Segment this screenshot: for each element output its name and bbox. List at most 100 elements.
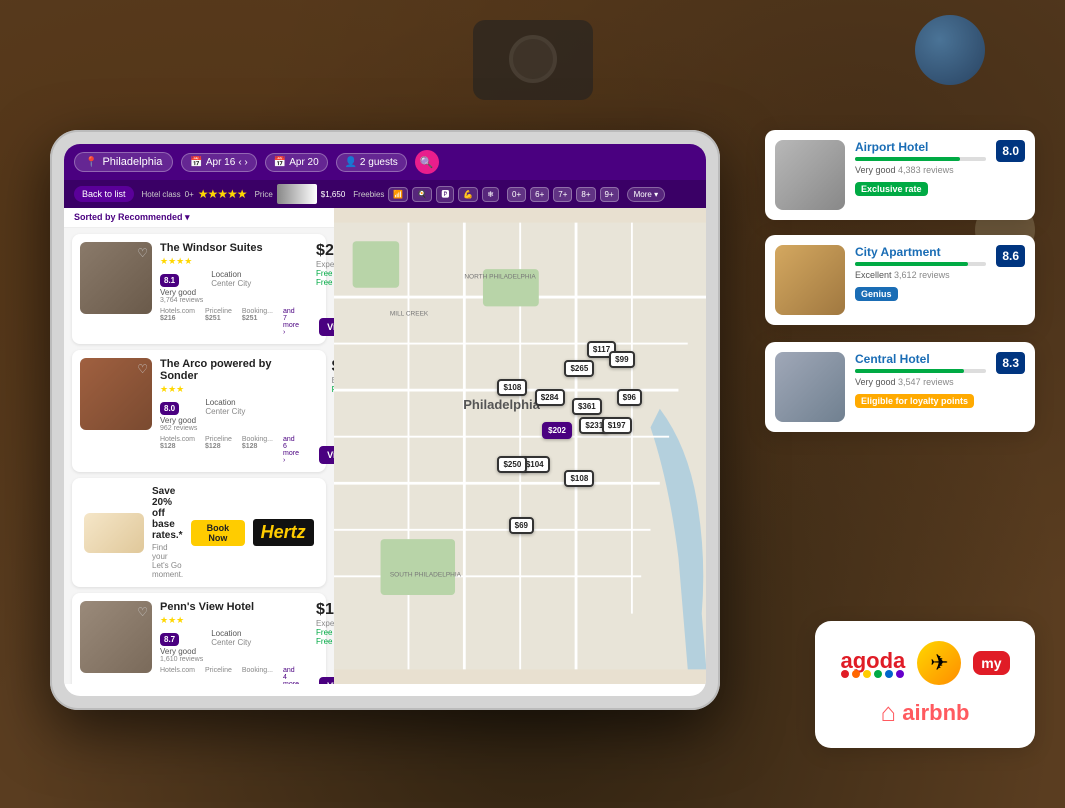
- more-sites-3[interactable]: and 4 more ›: [283, 667, 299, 684]
- hertz-ad-text: Save 20% off base rates.* Find your Let'…: [152, 486, 183, 579]
- svg-text:Philadelphia: Philadelphia: [463, 397, 540, 412]
- hotel-prices-3: Hotels.com Priceline Booking... and 4 mo…: [160, 667, 299, 684]
- hotel-right-1: $216 Expedia Free internet Free cancella…: [307, 242, 334, 336]
- hotel-meta-3: 8.7 Very good 1,610 reviews Location Cen…: [160, 629, 299, 663]
- map-pin-11[interactable]: $108: [564, 470, 594, 487]
- hotel-score-block-2: 8.0 Very good 962 reviews: [160, 398, 197, 432]
- map-pin-9[interactable]: $197: [602, 417, 632, 434]
- map-pin-2[interactable]: $108: [497, 379, 527, 396]
- price-bar: [277, 184, 317, 204]
- site-3-2: Priceline: [205, 667, 232, 684]
- city-hotel-thumb: [775, 245, 845, 315]
- airport-score: 8.0: [996, 140, 1025, 162]
- hertz-main-text: Save 20% off base rates.*: [152, 486, 183, 541]
- hertz-ad-image: [84, 513, 144, 553]
- date-arrow: ‹ ›: [238, 157, 247, 168]
- hotel-main-price-1: $216: [316, 242, 334, 260]
- more-sites-1[interactable]: and 7 more ›: [283, 308, 299, 336]
- hotel-score-label-2: Very good: [160, 416, 197, 425]
- hotel-stars-2: ★★★: [160, 384, 299, 395]
- hotel-name-3: Penn's View Hotel: [160, 601, 299, 613]
- wishlist-icon-2[interactable]: ♡: [137, 362, 148, 376]
- central-hotel-name[interactable]: Central Hotel: [855, 352, 986, 366]
- score-8-btn[interactable]: 8+: [576, 187, 595, 202]
- guests-input[interactable]: 👤 2 guests: [336, 153, 407, 172]
- map-pin-12[interactable]: $250: [497, 456, 527, 473]
- wifi-filter-btn[interactable]: 📶: [388, 187, 408, 202]
- agoda-dots: [841, 670, 904, 678]
- dot-red: [841, 670, 849, 678]
- view-deal-btn-3[interactable]: View Deal: [319, 677, 334, 684]
- dot-yellow: [863, 670, 871, 678]
- map-pin-7[interactable]: $99: [609, 351, 634, 368]
- airport-hotel-info: Airport Hotel Very good 4,383 reviews Ex…: [855, 140, 986, 197]
- location-value: Philadelphia: [102, 156, 162, 168]
- hertz-logo: Hertz: [253, 519, 314, 546]
- central-hotel-bar-fill: [855, 369, 964, 373]
- map-pin-5[interactable]: $361: [572, 398, 602, 415]
- checkin-input[interactable]: 📅 Apr 16 ‹ ›: [181, 153, 256, 172]
- my-brand: my: [973, 651, 1009, 675]
- checkout-calendar-icon: 📅: [274, 157, 286, 168]
- freebies-filter: Freebies 📶 🍳 🅿 💪 ❄: [353, 186, 499, 203]
- airport-hotel-bar-fill: [855, 157, 960, 161]
- hotel-class-filter: Hotel class 0+ ★★★★★: [142, 187, 247, 201]
- site-2-3: Booking... $128: [242, 436, 273, 464]
- score-7-btn[interactable]: 7+: [553, 187, 572, 202]
- ac-filter-btn[interactable]: ❄: [482, 187, 499, 202]
- map-pin-13[interactable]: $69: [509, 517, 534, 534]
- more-filters-button[interactable]: More ▾: [627, 187, 665, 202]
- hotel-score-block-3: 8.7 Very good 1,610 reviews: [160, 629, 203, 663]
- score-0-btn[interactable]: 0+: [507, 187, 526, 202]
- hotel-review-count-1: 3,764 reviews: [160, 297, 203, 304]
- checkin-value: Apr 16: [206, 157, 235, 168]
- svg-text:SOUTH PHILADELPHIA: SOUTH PHILADELPHIA: [389, 571, 461, 578]
- review-score-filter: 0+ 6+ 7+ 8+ 9+: [507, 187, 619, 202]
- wishlist-icon-1[interactable]: ♡: [137, 246, 148, 260]
- wishlist-icon-3[interactable]: ♡: [137, 605, 148, 619]
- checkout-input[interactable]: 📅 Apr 20: [265, 153, 328, 172]
- hotel-meta-1: 8.1 Very good 3,764 reviews Location Cen…: [160, 270, 299, 304]
- more-sites-2[interactable]: and 6 more ›: [283, 436, 299, 464]
- hotel-prices-1: Hotels.com $216 Priceline $251 Booking..…: [160, 308, 299, 336]
- guests-value: 2 guests: [360, 157, 398, 168]
- airport-hotel-name[interactable]: Airport Hotel: [855, 140, 986, 154]
- hotel-location-block-2: Location Center City: [205, 398, 245, 432]
- view-deal-btn-2[interactable]: View Deal: [319, 446, 334, 464]
- central-hotel-rating-bar: [855, 369, 986, 373]
- floating-card-airport: Airport Hotel Very good 4,383 reviews Ex…: [765, 130, 1035, 220]
- hotel-free-cancel-3: Free cancellation: [316, 637, 334, 646]
- city-hotel-name[interactable]: City Apartment: [855, 245, 986, 259]
- gym-filter-btn[interactable]: 💪: [458, 187, 478, 202]
- stars-filter[interactable]: ★★★★★: [198, 187, 247, 201]
- parking-filter-btn[interactable]: 🅿: [436, 186, 454, 203]
- breakfast-filter-btn[interactable]: 🍳: [412, 187, 432, 202]
- location-input[interactable]: 📍 Philadelphia: [74, 152, 173, 172]
- dot-orange: [852, 670, 860, 678]
- back-to-list-button[interactable]: Back to list: [74, 186, 134, 202]
- hotel-location-label-1: Location: [211, 270, 251, 279]
- main-content: Sorted by Recommended ▾ ♡ The Windsor Su…: [64, 208, 706, 684]
- city-review-label: Excellent 3,612 reviews: [855, 270, 986, 280]
- search-button[interactable]: 🔍: [415, 150, 439, 174]
- airport-hotel-rating-bar: [855, 157, 986, 161]
- map-pin-4[interactable]: $284: [535, 389, 565, 406]
- map-pin-1[interactable]: $265: [564, 360, 594, 377]
- score-6-btn[interactable]: 6+: [530, 187, 549, 202]
- ipad-screen: 📍 Philadelphia 📅 Apr 16 ‹ › 📅 Apr 20 👤 2…: [64, 144, 706, 696]
- central-badge: Eligible for loyalty points: [855, 394, 974, 408]
- search-header: 📍 Philadelphia 📅 Apr 16 ‹ › 📅 Apr 20 👤 2…: [64, 144, 706, 180]
- checkout-value: Apr 20: [289, 157, 318, 168]
- score-9-btn[interactable]: 9+: [600, 187, 619, 202]
- view-deal-btn-1[interactable]: View Deal: [319, 318, 334, 336]
- dot-green: [874, 670, 882, 678]
- site-2-1: Hotels.com $128: [160, 436, 195, 464]
- sort-value[interactable]: Recommended ▾: [118, 212, 190, 222]
- hertz-book-button[interactable]: Book Now: [191, 520, 244, 546]
- hotel-score-label-3: Very good: [160, 647, 203, 656]
- city-review-text: Excellent: [855, 270, 892, 280]
- hotel-score-3: 8.7: [160, 633, 179, 646]
- map-pin-8[interactable]: $96: [617, 389, 642, 406]
- hotel-right-3: $188 Expedia Free internet Free cancella…: [307, 601, 334, 684]
- map-pin-active[interactable]: $202: [542, 422, 572, 439]
